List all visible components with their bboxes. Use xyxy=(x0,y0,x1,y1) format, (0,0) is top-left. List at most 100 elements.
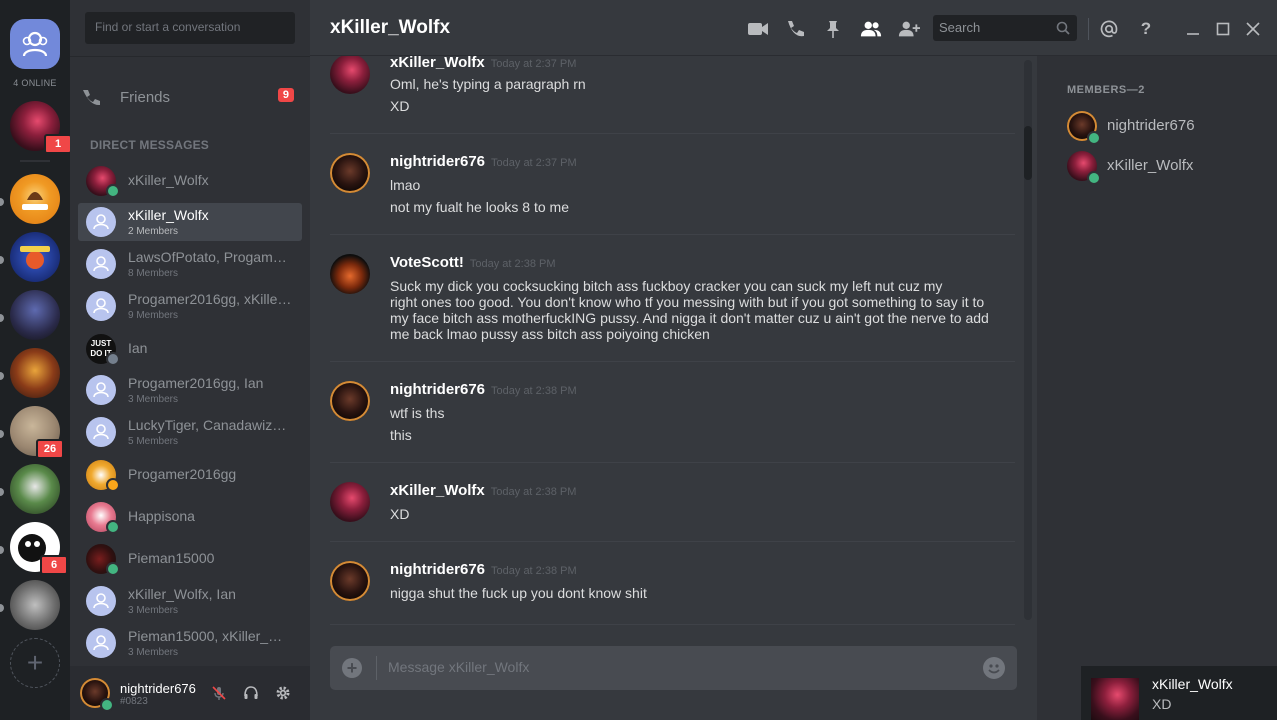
headphones-icon xyxy=(244,686,258,699)
find-conversation-input[interactable]: Find or start a conversation xyxy=(85,12,295,44)
voice-call-button[interactable] xyxy=(784,18,806,40)
dm-item[interactable]: Pieman15000, xKiller_Wolfx... 3 Members xyxy=(78,624,302,662)
server-the-shit-show[interactable] xyxy=(10,174,60,224)
message-author[interactable]: xKiller_Wolfx Today at 2:38 PM xyxy=(390,482,576,499)
message-timestamp: Today at 2:38 PM xyxy=(491,565,577,577)
members-header: MEMBERS—2 xyxy=(1067,84,1145,96)
avatar[interactable] xyxy=(330,482,370,522)
server-icon[interactable] xyxy=(10,290,60,340)
message-text: right ones too good. You don't know who … xyxy=(390,294,985,310)
dm-item[interactable]: Progamer2016gg xyxy=(78,456,302,494)
author-name[interactable]: VoteScott! xyxy=(390,254,464,271)
add-server-button[interactable]: + xyxy=(10,638,60,688)
mentions-button[interactable] xyxy=(1098,18,1120,40)
scrollbar-thumb[interactable] xyxy=(1024,126,1032,180)
author-name[interactable]: xKiller_Wolfx xyxy=(390,54,485,71)
server-list: 4 ONLINE 1 26 6 + xyxy=(0,0,72,720)
member-name: xKiller_Wolfx xyxy=(1107,157,1194,174)
at-sign-icon xyxy=(1100,20,1118,38)
online-status-icon xyxy=(106,562,120,576)
emoji-button[interactable] xyxy=(983,657,1005,679)
group-avatar xyxy=(86,249,116,279)
message-divider xyxy=(330,624,1015,625)
help-button[interactable]: ? xyxy=(1135,18,1157,40)
avatar[interactable] xyxy=(330,381,370,421)
members-icon xyxy=(860,21,882,37)
avatar[interactable] xyxy=(330,153,370,193)
close-button[interactable] xyxy=(1242,18,1264,40)
message-author[interactable]: nightrider676 Today at 2:37 PM xyxy=(390,153,577,170)
avatar[interactable] xyxy=(330,54,370,94)
dm-item[interactable]: LawsOfPotato, Progamer2016gg, xKiller_Wo… xyxy=(78,245,302,283)
notification-title: xKiller_Wolfx xyxy=(1152,676,1233,692)
search-input[interactable]: Search xyxy=(933,15,1077,41)
dm-item[interactable]: Progamer2016gg, Ian 3 Members xyxy=(78,371,302,409)
discord-window: 4 ONLINE 1 26 6 + Find or start a conver… xyxy=(0,0,1277,720)
video-call-button[interactable] xyxy=(747,18,769,40)
maximize-button[interactable] xyxy=(1212,18,1234,40)
add-friends-to-dm-button[interactable] xyxy=(898,18,920,40)
message-timestamp: Today at 2:37 PM xyxy=(491,157,577,169)
pinned-messages-button[interactable] xyxy=(822,18,844,40)
server-unread-badge: 1 xyxy=(44,134,72,154)
author-name[interactable]: xKiller_Wolfx xyxy=(390,482,485,499)
dm-item[interactable]: JUST DO IT Ian xyxy=(78,330,302,368)
group-avatar xyxy=(86,207,116,237)
server-league-of-legends[interactable] xyxy=(10,348,60,398)
chat-area: xKiller_Wolfx Today at 2:37 PM Oml, he's … xyxy=(310,0,1037,720)
dm-member-count: 9 Members xyxy=(128,310,179,321)
message-text: not my fualt he looks 8 to me xyxy=(390,199,569,215)
message-text: XD xyxy=(390,506,410,522)
message-author[interactable]: VoteScott! Today at 2:38 PM xyxy=(390,254,556,271)
dm-item-active[interactable]: xKiller_Wolfx 2 Members xyxy=(78,203,302,241)
dm-item[interactable]: Pieman15000 xyxy=(78,540,302,578)
phone-icon xyxy=(788,21,804,37)
online-status-icon xyxy=(106,520,120,534)
user-settings-button[interactable] xyxy=(274,684,292,702)
upload-button[interactable]: + xyxy=(342,658,362,678)
author-name[interactable]: nightrider676 xyxy=(390,153,485,170)
message-text: Oml, he's typing a paragraph rn xyxy=(390,76,586,92)
server-indicator xyxy=(0,198,4,206)
message-input[interactable]: Message xKiller_Wolfx xyxy=(388,659,529,675)
dm-item[interactable]: LuckyTiger, Canadawizerd... 5 Members xyxy=(78,413,302,451)
divider xyxy=(70,56,310,57)
avatar[interactable] xyxy=(330,254,370,294)
server-indicator xyxy=(0,604,4,612)
avatar[interactable] xyxy=(330,561,370,601)
message-author[interactable]: nightrider676 Today at 2:38 PM xyxy=(390,561,577,578)
group-avatar xyxy=(86,291,116,321)
server-holy-karp[interactable] xyxy=(10,232,60,282)
message-author[interactable]: xKiller_Wolfx Today at 2:37 PM xyxy=(390,54,576,71)
dm-member-count: 3 Members xyxy=(128,605,179,616)
server-icon[interactable] xyxy=(10,580,60,630)
server-unread-badge: 26 xyxy=(36,439,64,459)
dm-item[interactable]: xKiller_Wolfx xyxy=(78,162,302,200)
member-item[interactable]: xKiller_Wolfx xyxy=(1067,151,1267,185)
dm-name: xKiller_Wolfx xyxy=(128,172,209,188)
dm-item[interactable]: Happisona xyxy=(78,498,302,536)
dm-item[interactable]: xKiller_Wolfx, Ian 3 Members xyxy=(78,582,302,620)
author-name[interactable]: nightrider676 xyxy=(390,381,485,398)
member-list-toggle[interactable] xyxy=(860,18,882,40)
dm-item[interactable]: Progamer2016gg, xKiller_Wolfx... 9 Membe… xyxy=(78,287,302,325)
mute-button[interactable] xyxy=(210,684,228,702)
minimize-button[interactable] xyxy=(1182,18,1204,40)
friends-button[interactable]: Friends 9 xyxy=(80,80,300,114)
message-text: nigga shut the fuck up you dont know shi… xyxy=(390,585,647,601)
friends-label: Friends xyxy=(120,88,171,106)
author-name[interactable]: nightrider676 xyxy=(390,561,485,578)
message-author[interactable]: nightrider676 Today at 2:38 PM xyxy=(390,381,577,398)
home-button[interactable] xyxy=(10,19,60,69)
deafen-button[interactable] xyxy=(242,684,260,702)
avatar xyxy=(1091,678,1139,720)
online-status-icon xyxy=(1087,171,1101,185)
message-notification-toast[interactable]: xKiller_Wolfx XD xyxy=(1081,666,1277,720)
group-avatar xyxy=(86,586,116,616)
dm-member-count: 8 Members xyxy=(128,268,179,279)
message-divider xyxy=(330,361,1015,362)
server-icon[interactable] xyxy=(10,464,60,514)
group-icon xyxy=(93,635,109,651)
member-item[interactable]: nightrider676 xyxy=(1067,111,1267,145)
dm-name: xKiller_Wolfx, Ian xyxy=(128,586,236,602)
